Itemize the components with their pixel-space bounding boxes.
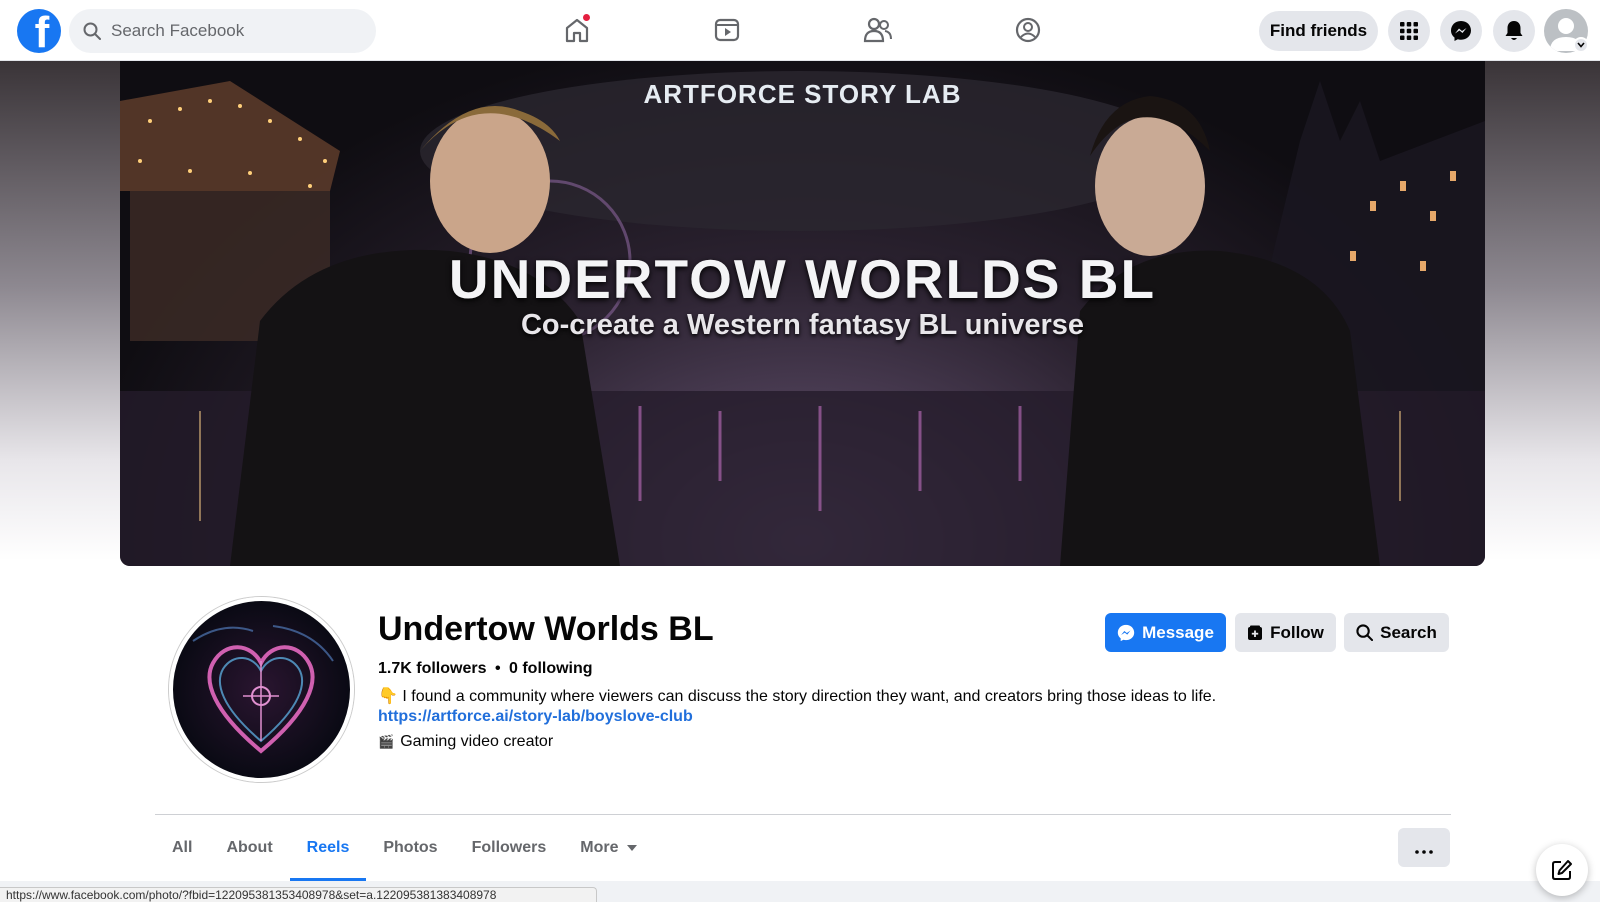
grid-menu-icon bbox=[1400, 22, 1418, 40]
camera-icon: 🎬 bbox=[378, 734, 395, 749]
new-message-button[interactable] bbox=[1536, 844, 1588, 896]
notifications-button[interactable] bbox=[1493, 10, 1535, 52]
heart-emblem-icon bbox=[192, 625, 334, 754]
messenger-icon bbox=[1451, 21, 1471, 41]
nav-friends[interactable] bbox=[858, 12, 898, 48]
nav-gaming[interactable] bbox=[1008, 12, 1048, 48]
following-count[interactable]: 0 following bbox=[509, 660, 593, 677]
nav-video[interactable] bbox=[707, 12, 747, 48]
nav-home[interactable] bbox=[557, 12, 597, 48]
tab-photos[interactable]: Photos bbox=[366, 815, 454, 881]
profile-circle-icon bbox=[1015, 17, 1041, 43]
cover-subtitle: Co-create a Western fantasy BL universe bbox=[520, 309, 1085, 341]
cover-photo[interactable]: ARTFORCE STORY LAB UNDERTOW WORLDS BL Co… bbox=[120, 61, 1485, 566]
friends-icon bbox=[863, 17, 892, 43]
status-bar-url: https://www.facebook.com/photo/?fbid=122… bbox=[0, 887, 597, 902]
website-link[interactable]: https://artforce.ai/story-lab/boyslove-c… bbox=[378, 708, 693, 726]
message-label: Message bbox=[1142, 622, 1214, 642]
bio-text: I found a community where viewers can di… bbox=[402, 688, 1217, 705]
tab-about[interactable]: About bbox=[209, 815, 289, 881]
follow-button[interactable]: Follow bbox=[1235, 613, 1336, 652]
pointing-down-icon: 👇 bbox=[378, 688, 398, 705]
cover-top-label: ARTFORCE STORY LAB bbox=[643, 79, 962, 109]
category: 🎬 Gaming video creator bbox=[378, 733, 553, 751]
tab-label: Reels bbox=[306, 839, 350, 856]
follow-stats: 1.7K followers • 0 following bbox=[378, 660, 593, 678]
followers-count[interactable]: 1.7K followers bbox=[378, 660, 486, 677]
tab-all[interactable]: All bbox=[155, 815, 209, 881]
tab-label: Photos bbox=[383, 839, 438, 856]
cover-title: UNDERTOW WORLDS BL bbox=[448, 248, 1157, 310]
follow-page-icon bbox=[1248, 625, 1263, 640]
messenger-icon bbox=[1117, 624, 1135, 641]
page-name: Undertow Worlds BL bbox=[378, 610, 714, 648]
tab-label: About bbox=[226, 839, 273, 856]
messenger-button[interactable] bbox=[1440, 10, 1482, 52]
video-icon bbox=[714, 18, 740, 42]
tab-reels[interactable]: Reels bbox=[289, 815, 367, 881]
profile-picture[interactable] bbox=[169, 597, 354, 782]
notification-dot bbox=[582, 13, 591, 22]
chevron-down-icon bbox=[1577, 42, 1585, 48]
search-icon bbox=[1356, 624, 1374, 641]
ellipsis-icon bbox=[1415, 849, 1433, 854]
menu-button[interactable] bbox=[1388, 10, 1430, 52]
find-friends-button[interactable]: Find friends bbox=[1259, 11, 1378, 51]
tab-label: All bbox=[172, 839, 193, 856]
follow-label: Follow bbox=[1270, 622, 1324, 642]
tab-more[interactable]: More bbox=[563, 815, 653, 881]
search-icon bbox=[83, 22, 101, 40]
account-menu-caret[interactable] bbox=[1573, 37, 1589, 53]
caret-down-icon bbox=[626, 845, 637, 851]
more-options-button[interactable] bbox=[1398, 828, 1450, 867]
tab-followers[interactable]: Followers bbox=[455, 815, 564, 881]
search-input[interactable] bbox=[111, 21, 351, 41]
tab-label: Followers bbox=[471, 839, 547, 856]
bio: 👇 I found a community where viewers can … bbox=[378, 686, 1216, 706]
tab-label: More bbox=[580, 839, 619, 856]
category-label: Gaming video creator bbox=[400, 733, 554, 750]
profile-tabs: All About Reels Photos Followers More bbox=[155, 815, 654, 881]
top-navigation-bar: f Find friends bbox=[0, 0, 1600, 61]
search-bar[interactable] bbox=[69, 9, 376, 53]
compose-icon bbox=[1552, 860, 1572, 880]
stats-separator: • bbox=[494, 660, 501, 677]
facebook-logo-icon[interactable]: f bbox=[17, 9, 61, 53]
search-label: Search bbox=[1380, 622, 1437, 642]
search-page-button[interactable]: Search bbox=[1344, 613, 1449, 652]
message-button[interactable]: Message bbox=[1105, 613, 1226, 652]
bell-icon bbox=[1505, 21, 1523, 40]
